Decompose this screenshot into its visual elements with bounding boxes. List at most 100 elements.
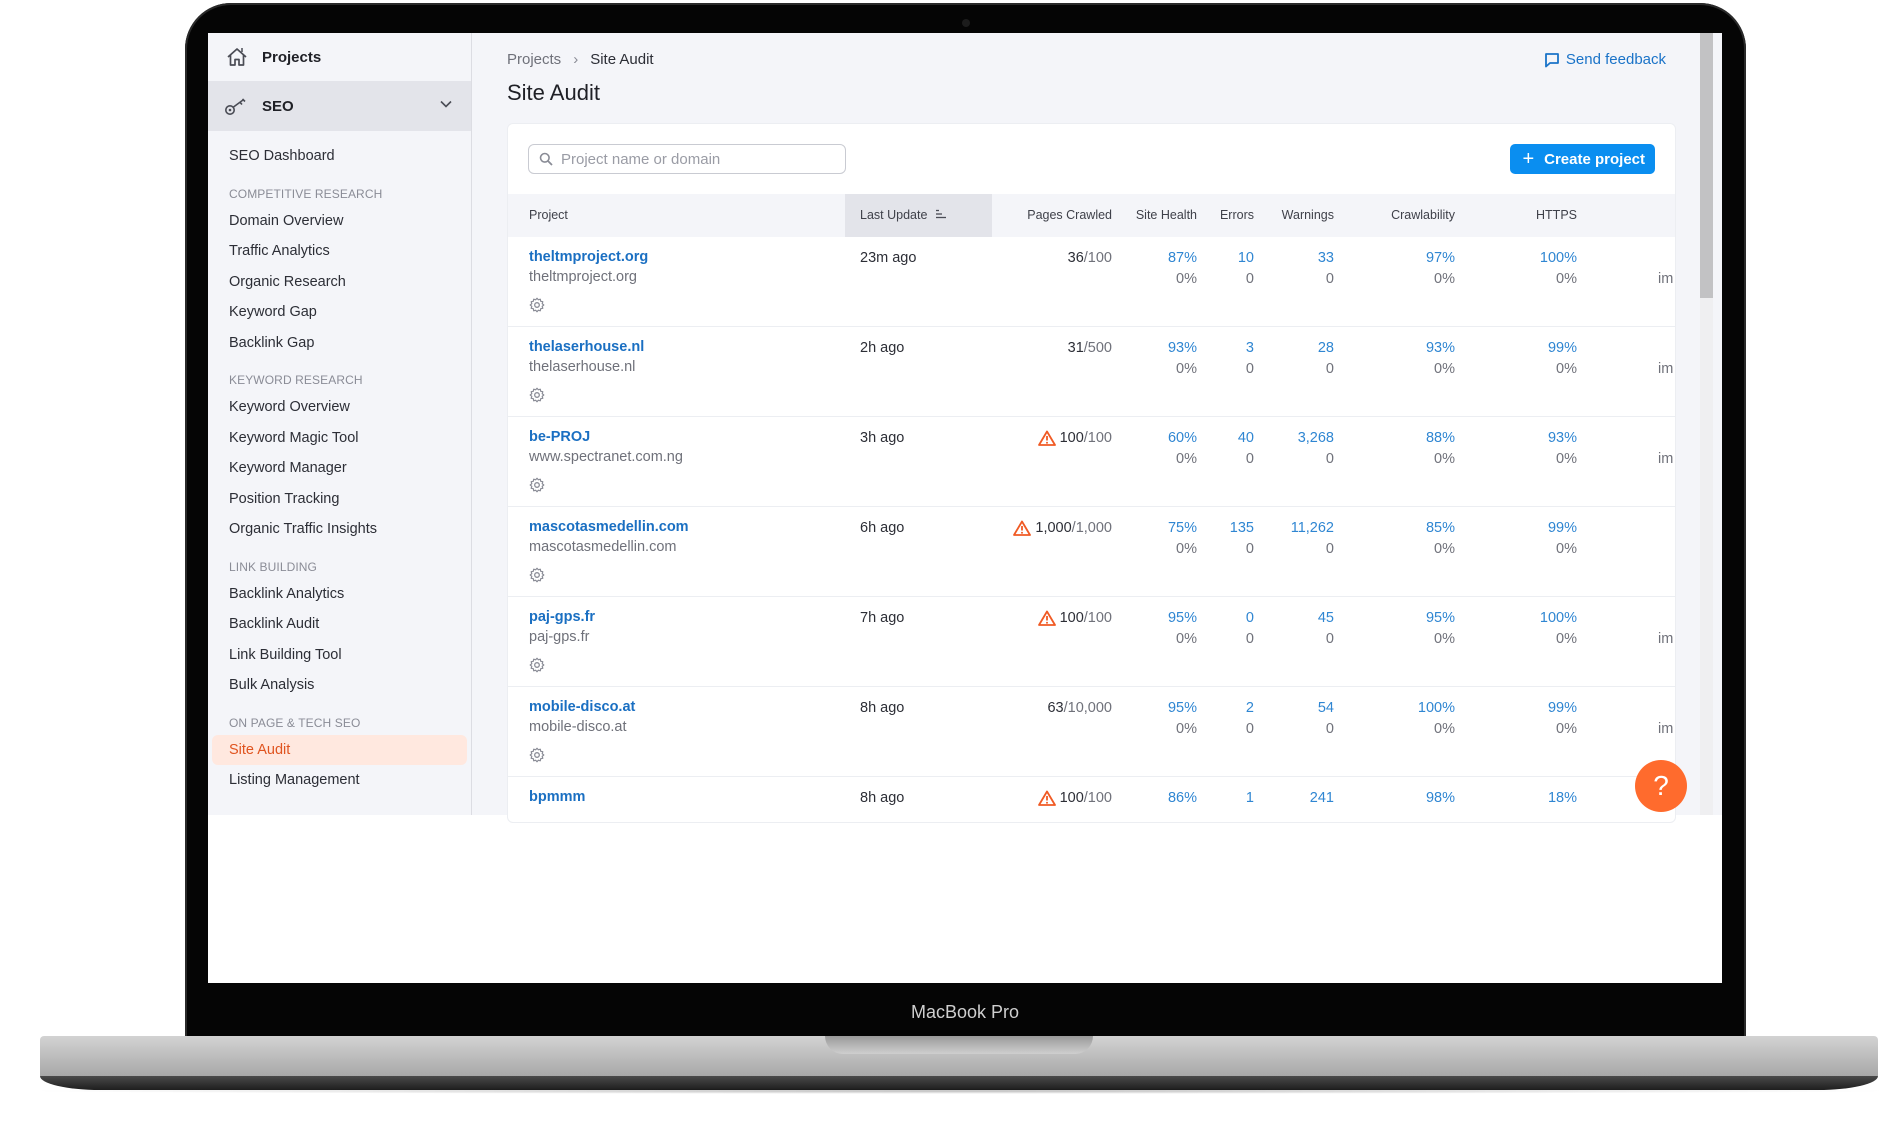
last-update: 8h ago [860,790,905,806]
errors-value[interactable]: 10 [1238,250,1254,266]
table-row[interactable]: mobile-disco.at mobile-disco.at 8h ago 63/1… [508,687,1675,777]
project-name-link[interactable]: paj-gps.fr [529,609,595,625]
sidebar-item-domain-overview[interactable]: Domain Overview [212,206,467,237]
sidebar-item-projects[interactable]: Projects [208,33,471,81]
column-project[interactable]: Project [529,194,568,237]
sidebar-item-listing-management[interactable]: Listing Management [212,765,467,796]
gear-icon[interactable] [529,387,545,403]
site-health-value[interactable]: 60% [1168,430,1197,446]
warnings-value[interactable]: 54 [1318,700,1334,716]
crawlability-delta: 0% [1434,631,1455,647]
site-health-value[interactable]: 87% [1168,250,1197,266]
https-value[interactable]: 100% [1540,610,1577,626]
table-row[interactable]: paj-gps.fr paj-gps.fr 7h ago 100/100 95% 0% 0 0… [508,597,1675,687]
sidebar-section-seo[interactable]: SEO [208,81,471,131]
project-name-link[interactable]: mobile-disco.at [529,699,635,715]
sidebar-item-keyword-manager[interactable]: Keyword Manager [212,453,467,484]
site-health-value[interactable]: 75% [1168,520,1197,536]
sidebar-item-backlink-analytics[interactable]: Backlink Analytics [212,579,467,610]
warnings-value[interactable]: 28 [1318,340,1334,356]
crawlability-value[interactable]: 98% [1426,790,1455,806]
sidebar-item-site-audit[interactable]: Site Audit [212,734,467,765]
send-feedback-link[interactable]: Send feedback [1544,51,1666,68]
table-row[interactable]: mascotasmedellin.com mascotasmedellin.com… [508,507,1675,597]
https-value[interactable]: 93% [1548,430,1577,446]
project-name-link[interactable]: bpmmm [529,789,585,805]
warnings-value[interactable]: 241 [1310,790,1334,806]
help-button[interactable]: ? [1635,760,1687,812]
errors-value[interactable]: 135 [1230,520,1254,536]
gear-icon[interactable] [529,657,545,673]
errors-value[interactable]: 0 [1246,610,1254,626]
table-row[interactable]: be-PROJ www.spectranet.com.ng 3h ago 100/10… [508,417,1675,507]
project-name-link[interactable]: be-PROJ [529,429,590,445]
warnings-value[interactable]: 3,268 [1298,430,1334,446]
https-value[interactable]: 99% [1548,700,1577,716]
https-value[interactable]: 99% [1548,340,1577,356]
errors-value[interactable]: 3 [1246,340,1254,356]
column-errors[interactable]: Errors [1220,194,1254,237]
errors-value[interactable]: 40 [1238,430,1254,446]
truncated-cell: im [1658,721,1674,737]
column-crawlability[interactable]: Crawlability [1391,194,1455,237]
gear-icon[interactable] [529,477,545,493]
project-domain: paj-gps.fr [529,629,590,645]
project-name-link[interactable]: theltmproject.org [529,249,648,265]
sidebar-item-link-building-tool[interactable]: Link Building Tool [212,640,467,671]
pages-crawled: 1,000/1,000 [1013,520,1112,536]
laptop-mockup: Projects SEO SEO Dashboard COMPETITIVE R… [0,0,1900,1140]
warnings-value[interactable]: 45 [1318,610,1334,626]
pages-crawled-count: 1,000 [1035,520,1072,536]
crawlability-value[interactable]: 100% [1418,700,1455,716]
scrollbar-thumb[interactable] [1700,33,1713,298]
table-row[interactable]: thelaserhouse.nl thelaserhouse.nl 2h ago 31… [508,327,1675,417]
project-name-link[interactable]: mascotasmedellin.com [529,519,689,535]
sidebar-item-backlink-audit[interactable]: Backlink Audit [212,609,467,640]
project-search-field[interactable] [528,144,846,174]
sidebar-item-keyword-overview[interactable]: Keyword Overview [212,392,467,423]
site-health-value[interactable]: 95% [1168,610,1197,626]
crawlability-value[interactable]: 93% [1426,340,1455,356]
errors-value[interactable]: 1 [1246,790,1254,806]
errors-value[interactable]: 2 [1246,700,1254,716]
warnings-value[interactable]: 11,262 [1291,520,1334,536]
column-warnings[interactable]: Warnings [1282,194,1334,237]
breadcrumb-projects[interactable]: Projects [507,51,561,68]
pages-crawled-count: 31 [1067,340,1084,356]
sidebar-item-keyword-magic-tool[interactable]: Keyword Magic Tool [212,423,467,454]
crawlability-value[interactable]: 97% [1426,250,1455,266]
sidebar-item-keyword-gap[interactable]: Keyword Gap [212,297,467,328]
sidebar-item-bulk-analysis[interactable]: Bulk Analysis [212,670,467,701]
https-value[interactable]: 99% [1548,520,1577,536]
sidebar-nav: SEO Dashboard COMPETITIVE RESEARCH Domai… [208,131,471,796]
gear-icon[interactable] [529,747,545,763]
column-pages-crawled[interactable]: Pages Crawled [1027,194,1112,237]
create-project-button[interactable]: + Create project [1510,144,1655,174]
https-value[interactable]: 18% [1548,790,1577,806]
sidebar-item-seo-dashboard[interactable]: SEO Dashboard [212,141,467,172]
site-health-value[interactable]: 93% [1168,340,1197,356]
sidebar-item-position-tracking[interactable]: Position Tracking [212,484,467,515]
sidebar-item-organic-traffic-insights[interactable]: Organic Traffic Insights [212,514,467,545]
gear-icon[interactable] [529,297,545,313]
column-site-health[interactable]: Site Health [1136,194,1197,237]
warnings-value[interactable]: 33 [1318,250,1334,266]
column-https[interactable]: HTTPS [1536,194,1577,237]
crawlability-value[interactable]: 85% [1426,520,1455,536]
column-last-update[interactable]: Last Update [845,194,992,237]
gear-icon[interactable] [529,567,545,583]
site-health-value[interactable]: 86% [1168,790,1197,806]
sidebar-item-organic-research[interactable]: Organic Research [212,267,467,298]
sidebar-item-backlink-gap[interactable]: Backlink Gap [212,328,467,359]
sidebar-item-traffic-analytics[interactable]: Traffic Analytics [212,236,467,267]
https-value[interactable]: 100% [1540,250,1577,266]
project-name-link[interactable]: thelaserhouse.nl [529,339,644,355]
crawlability-value[interactable]: 95% [1426,610,1455,626]
chevron-down-icon[interactable] [439,99,453,109]
last-update: 23m ago [860,250,917,266]
crawlability-value[interactable]: 88% [1426,430,1455,446]
project-search-input[interactable] [561,150,831,168]
site-health-value[interactable]: 95% [1168,700,1197,716]
table-row[interactable]: theltmproject.org theltmproject.org 23m ag… [508,237,1675,327]
table-row[interactable]: bpmmm 8h ago 100/100 86% 1 241 98% 18% [508,777,1675,822]
